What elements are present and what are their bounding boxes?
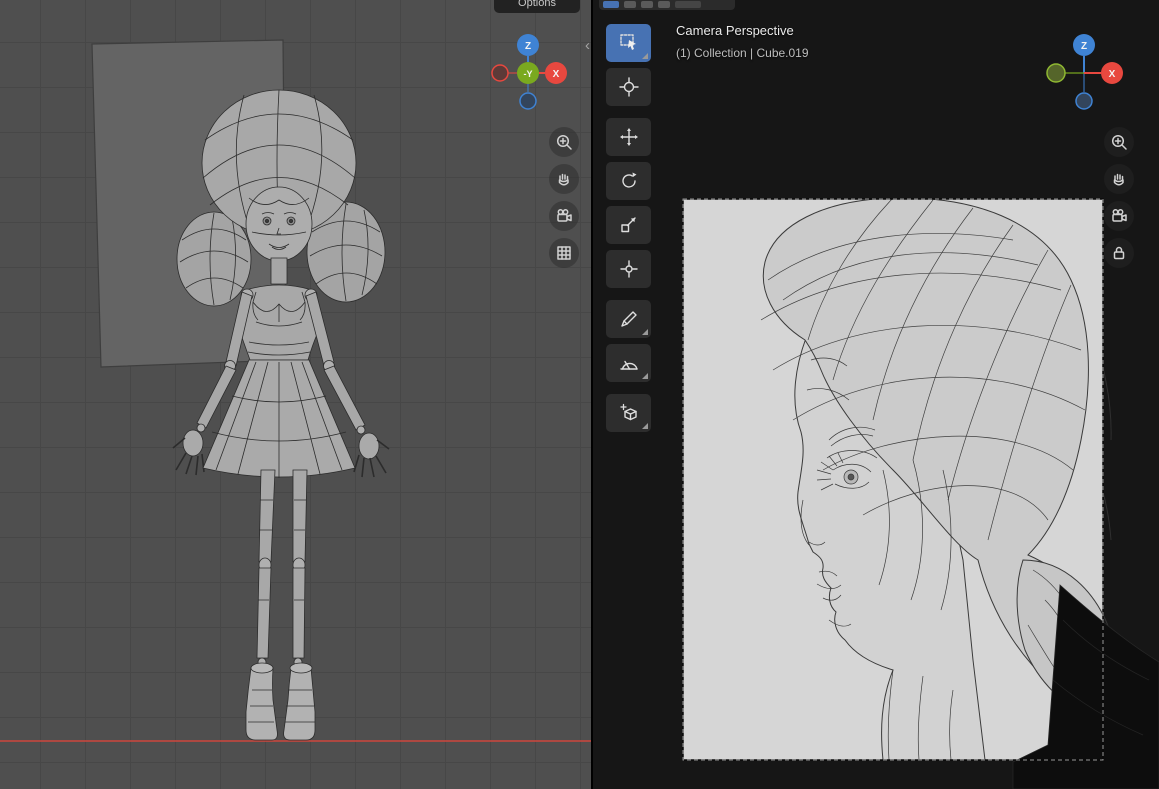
pan-hand-icon bbox=[558, 173, 569, 186]
scale-icon bbox=[620, 217, 636, 233]
doll-wireframe bbox=[91, 39, 390, 741]
head-wireframe bbox=[682, 198, 1159, 789]
axis-neg-z-ball bbox=[1075, 92, 1093, 110]
svg-text:X: X bbox=[553, 69, 560, 80]
viewport-camera-perspective[interactable]: Camera Perspective (1) Collection | Cube… bbox=[593, 0, 1159, 789]
tool-scale[interactable] bbox=[606, 206, 651, 244]
tool-move[interactable] bbox=[606, 118, 651, 156]
annotate-pen-icon bbox=[620, 311, 637, 327]
rotate-icon bbox=[621, 172, 636, 188]
axis-neg-z-ball bbox=[519, 92, 537, 110]
viewport-nav-icons bbox=[549, 127, 579, 268]
mode-icon[interactable] bbox=[658, 1, 670, 8]
svg-text:-Y: -Y bbox=[524, 69, 533, 79]
zoom-icon bbox=[556, 134, 572, 150]
zoom-button[interactable] bbox=[549, 127, 579, 157]
svg-text:X: X bbox=[1109, 69, 1116, 80]
pan-button[interactable] bbox=[549, 164, 579, 194]
svg-text:Z: Z bbox=[525, 41, 531, 52]
svg-text:Z: Z bbox=[1081, 41, 1087, 52]
tool-annotate[interactable] bbox=[606, 300, 651, 338]
tool-expand-indicator bbox=[642, 373, 648, 379]
measure-icon bbox=[619, 360, 638, 370]
select-box-icon bbox=[619, 34, 636, 50]
viewport-front-ortho[interactable]: Options ‹ Z X -Y bbox=[0, 0, 592, 789]
camera-icon bbox=[1112, 209, 1127, 222]
tool-expand-indicator bbox=[642, 53, 648, 59]
navigation-gizmo[interactable]: Z X bbox=[1044, 33, 1124, 113]
camera-view-icon bbox=[557, 209, 572, 222]
tool-rotate[interactable] bbox=[606, 162, 651, 200]
editor-type-icon[interactable] bbox=[603, 1, 619, 8]
view-name-label: Camera Perspective bbox=[676, 23, 794, 38]
pan-hand-icon bbox=[1113, 173, 1124, 186]
camera-view-button[interactable] bbox=[1104, 201, 1134, 231]
tool-select-box[interactable] bbox=[606, 24, 651, 62]
axis-neg-x-ball bbox=[491, 64, 509, 82]
collection-breadcrumb: (1) Collection | Cube.019 bbox=[676, 46, 809, 60]
lock-icon bbox=[1113, 246, 1125, 260]
zoom-icon bbox=[1111, 134, 1127, 150]
mode-icon[interactable] bbox=[641, 1, 653, 8]
tool-transform[interactable] bbox=[606, 250, 651, 288]
mode-icon[interactable] bbox=[624, 1, 636, 8]
tool-measure[interactable] bbox=[606, 344, 651, 382]
axis-y-ball bbox=[1046, 63, 1066, 83]
sidebar-collapse-icon[interactable]: ‹ bbox=[585, 38, 590, 53]
tool-expand-indicator bbox=[642, 423, 648, 429]
camera-view-button[interactable] bbox=[549, 201, 579, 231]
mode-icon[interactable] bbox=[675, 1, 701, 8]
lock-button[interactable] bbox=[1104, 238, 1134, 268]
viewport-header-partial[interactable] bbox=[599, 0, 735, 10]
zoom-button[interactable] bbox=[1104, 127, 1134, 157]
toolbar bbox=[606, 24, 652, 438]
tool-add-cube[interactable] bbox=[606, 394, 651, 432]
cursor-icon bbox=[618, 77, 639, 97]
grid-orthographic-icon bbox=[557, 246, 571, 260]
tool-cursor[interactable] bbox=[606, 68, 651, 106]
grid-ortho-button[interactable] bbox=[549, 238, 579, 268]
options-button-label: Options bbox=[518, 0, 556, 9]
navigation-gizmo[interactable]: Z X -Y bbox=[488, 33, 568, 113]
transform-icon bbox=[619, 260, 638, 278]
tool-expand-indicator bbox=[642, 329, 648, 335]
pan-button[interactable] bbox=[1104, 164, 1134, 194]
options-button[interactable]: Options bbox=[494, 0, 580, 13]
move-icon bbox=[619, 128, 638, 146]
add-cube-icon bbox=[619, 403, 637, 421]
blender-window: Options ‹ Z X -Y Camera Perspective (1) … bbox=[0, 0, 1159, 789]
viewport-nav-icons bbox=[1104, 127, 1134, 268]
